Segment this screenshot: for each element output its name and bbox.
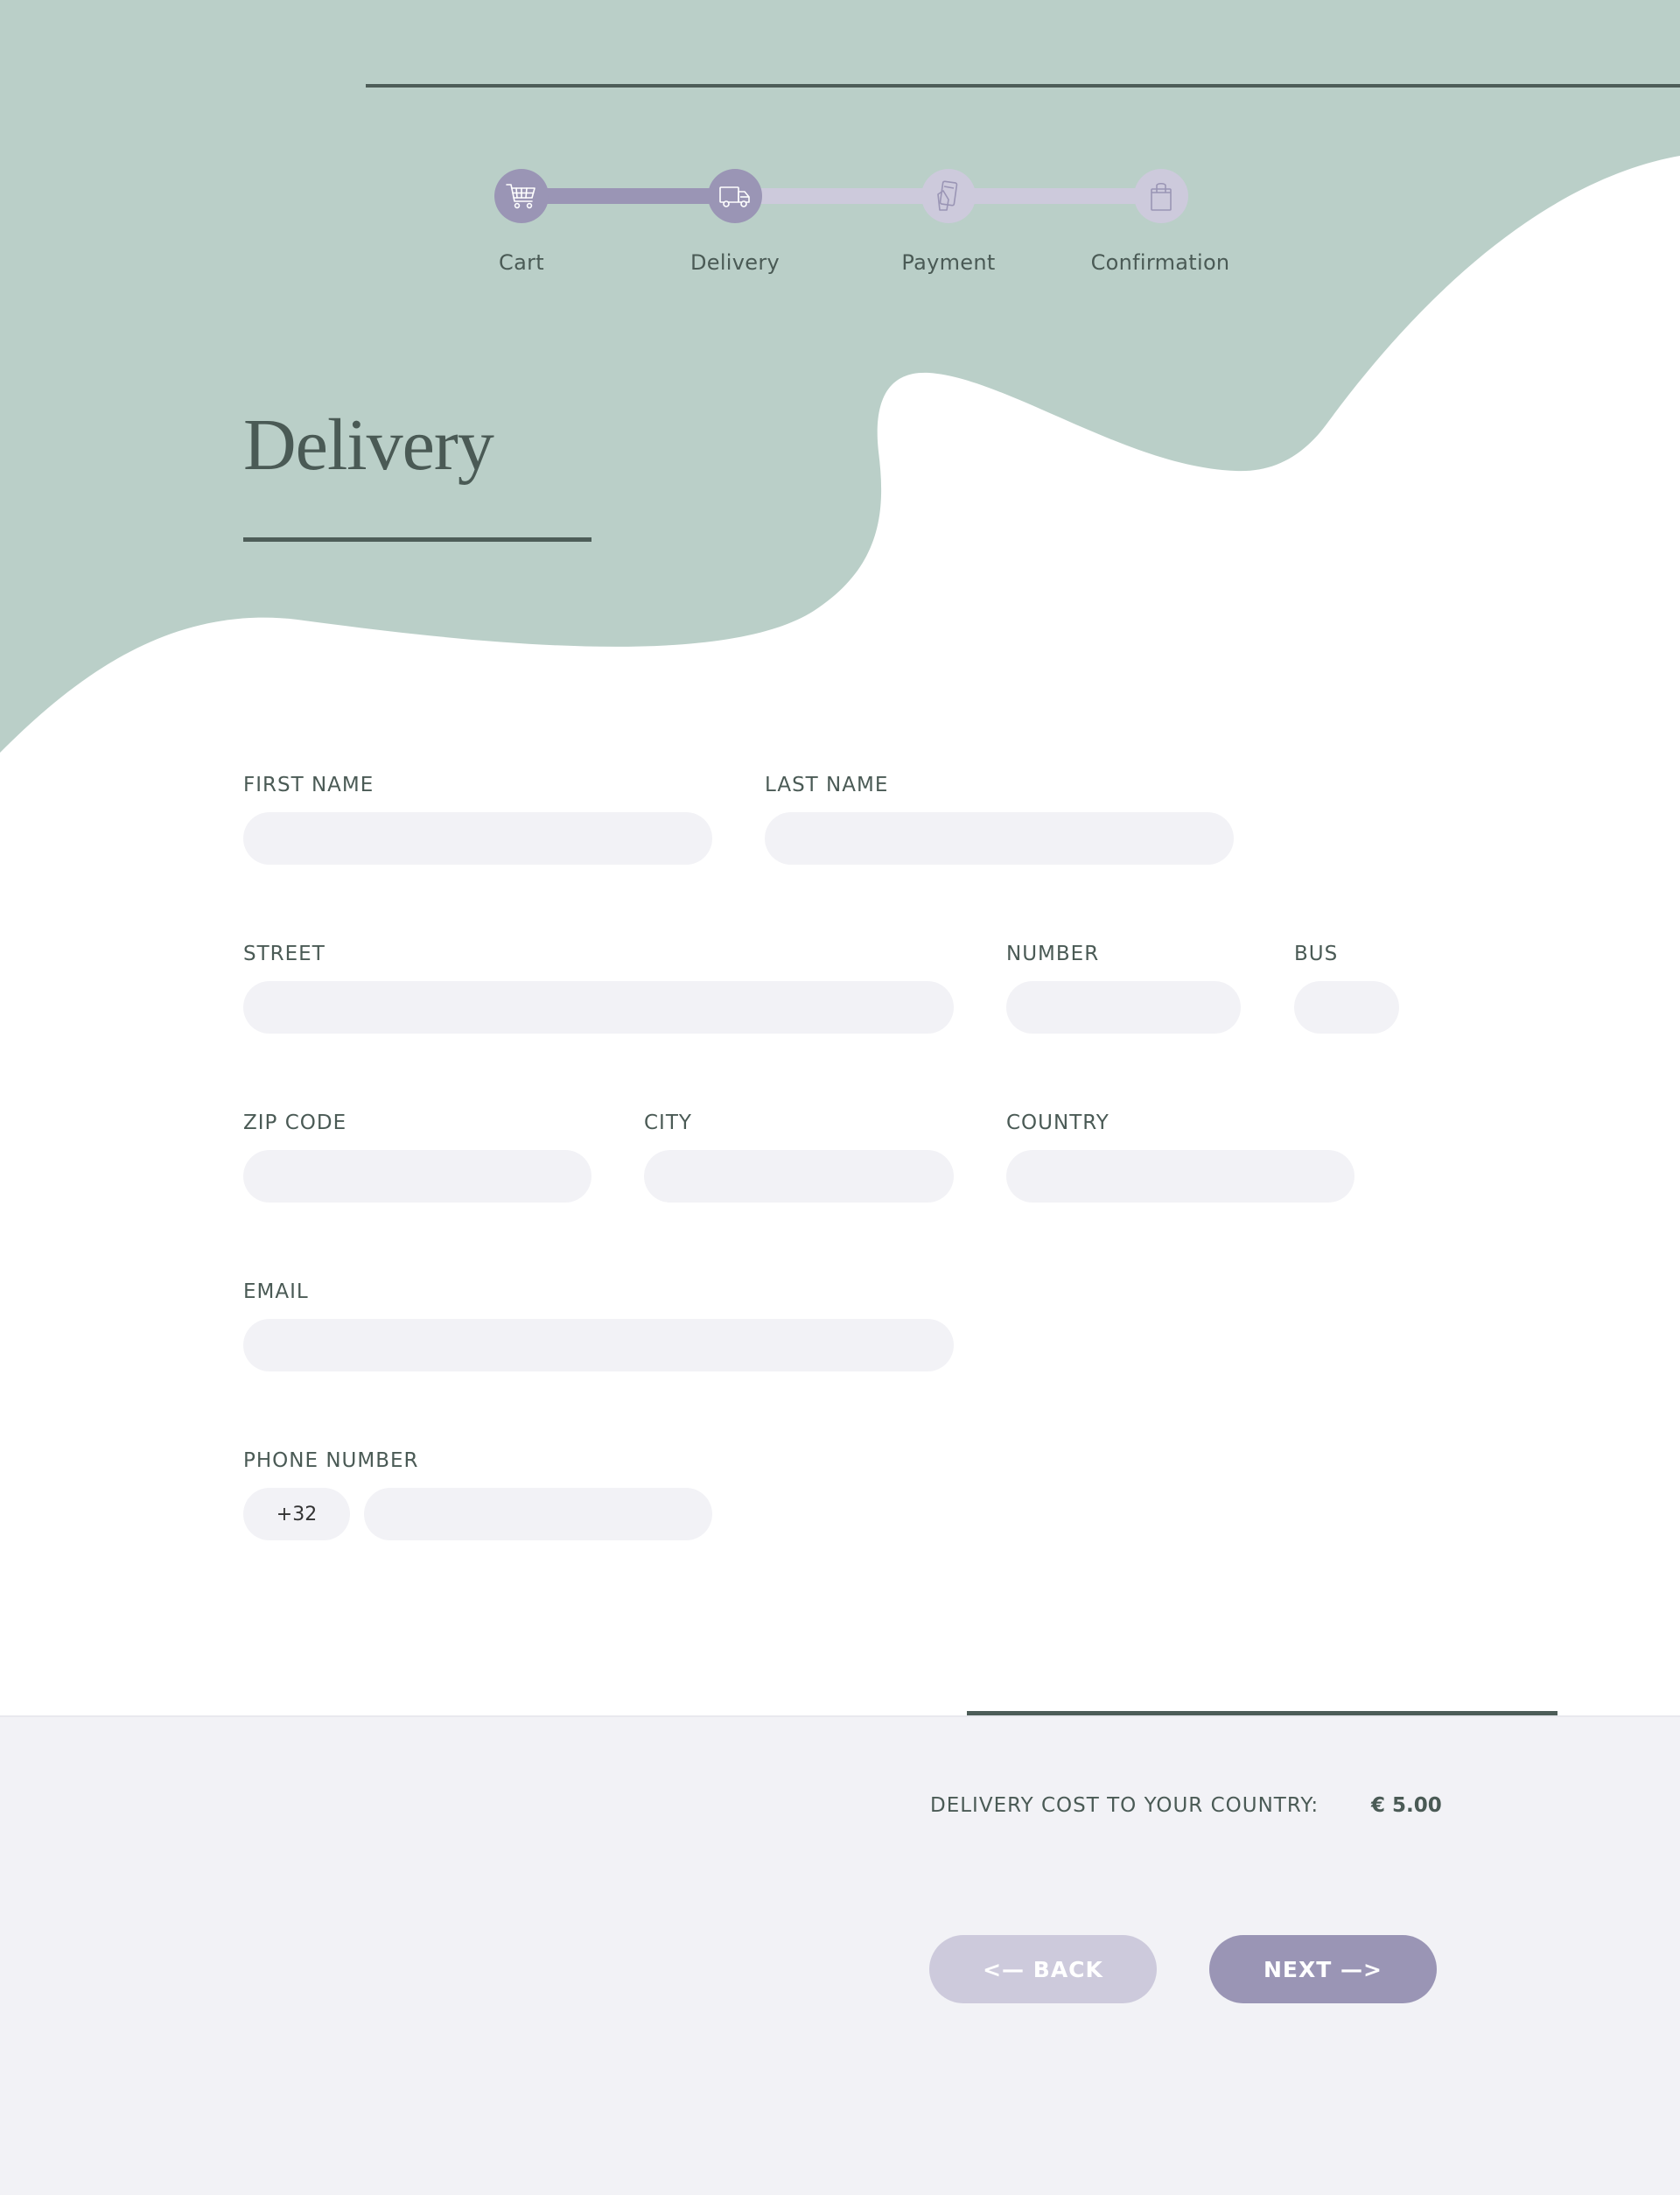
step-label-cart: Cart xyxy=(499,250,544,275)
step-label-confirmation: Confirmation xyxy=(1090,250,1230,275)
first-name-label: FIRST NAME xyxy=(243,774,374,796)
street-input[interactable] xyxy=(243,981,954,1034)
email-label: EMAIL xyxy=(243,1280,309,1303)
step-connector-cart-delivery xyxy=(522,188,735,204)
bus-label: BUS xyxy=(1294,943,1339,965)
shopping-bag-icon xyxy=(1151,182,1172,211)
phone-number-input[interactable] xyxy=(364,1488,712,1540)
page-title: Delivery xyxy=(243,404,494,486)
step-cart[interactable] xyxy=(494,169,549,223)
city-input[interactable] xyxy=(644,1150,954,1203)
back-button[interactable]: <— BACK xyxy=(929,1935,1157,2003)
step-payment[interactable] xyxy=(921,169,976,223)
shopping-cart-icon xyxy=(506,184,536,209)
city-label: CITY xyxy=(644,1112,692,1134)
phone-number-label: PHONE NUMBER xyxy=(243,1449,419,1472)
country-label: COUNTRY xyxy=(1006,1112,1110,1134)
phone-prefix-input[interactable] xyxy=(243,1488,350,1540)
country-input[interactable] xyxy=(1006,1150,1354,1203)
bus-input[interactable] xyxy=(1294,981,1399,1034)
step-connector-delivery-payment xyxy=(735,188,948,204)
zip-code-input[interactable] xyxy=(243,1150,592,1203)
next-button[interactable]: NEXT —> xyxy=(1209,1935,1437,2003)
delivery-cost-label: DELIVERY COST TO YOUR COUNTRY: xyxy=(930,1794,1320,1817)
step-connector-payment-confirmation xyxy=(948,188,1160,204)
step-label-payment: Payment xyxy=(901,250,996,275)
zip-code-label: ZIP CODE xyxy=(243,1112,347,1134)
last-name-label: LAST NAME xyxy=(765,774,889,796)
last-name-input[interactable] xyxy=(765,812,1234,865)
checkout-stepper: Cart Delivery Payment Confirmation xyxy=(0,0,1680,298)
number-input[interactable] xyxy=(1006,981,1241,1034)
delivery-truck-icon xyxy=(719,186,750,207)
first-name-input[interactable] xyxy=(243,812,712,865)
number-label: NUMBER xyxy=(1006,943,1100,965)
footer-divider xyxy=(967,1711,1558,1715)
delivery-cost-value: € 5.00 xyxy=(1371,1794,1442,1817)
step-confirmation[interactable] xyxy=(1134,169,1188,223)
credit-card-icon xyxy=(937,180,958,211)
email-input[interactable] xyxy=(243,1319,954,1371)
title-underline xyxy=(243,537,592,542)
step-label-delivery: Delivery xyxy=(690,250,780,275)
step-delivery[interactable] xyxy=(708,169,762,223)
street-label: STREET xyxy=(243,943,326,965)
